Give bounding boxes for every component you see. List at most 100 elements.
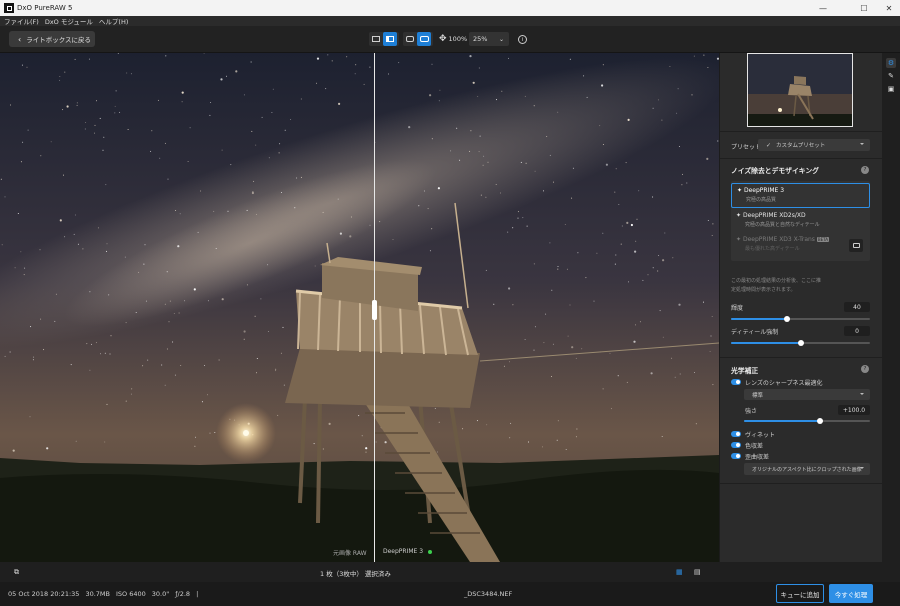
minimize-button[interactable]: —: [809, 0, 837, 16]
star: [267, 264, 269, 266]
copy-button[interactable]: ⧉: [14, 568, 19, 577]
split-view-button[interactable]: [383, 32, 397, 46]
star: [358, 415, 360, 417]
image-viewer[interactable]: 元画像 RAW DeepPRIME 3: [0, 53, 719, 562]
deepprime-label-text: DeepPRIME 3: [383, 548, 424, 555]
add-to-queue-button[interactable]: キューに追加: [776, 584, 824, 603]
split-handle[interactable]: [372, 300, 377, 320]
star: [227, 210, 229, 212]
luminance-value[interactable]: 40: [844, 302, 870, 312]
detail-slider-knob[interactable]: [798, 340, 804, 346]
back-to-lightbox-button[interactable]: ‹ ライトボックスに戻る: [9, 31, 95, 47]
export-tool-button[interactable]: ▣: [886, 84, 896, 94]
compare-single-button[interactable]: [403, 32, 417, 46]
filmstrip-view-icon: ▤: [694, 568, 701, 576]
star: [105, 184, 107, 186]
grid-view-button[interactable]: ▦: [676, 568, 683, 576]
star: [267, 331, 269, 332]
zoom-100-button[interactable]: ✥ 100%: [439, 32, 467, 46]
star: [346, 56, 348, 58]
star: [552, 343, 554, 345]
star: [439, 89, 441, 91]
star: [142, 365, 144, 367]
menu-file[interactable]: ファイル(F): [4, 16, 39, 26]
star: [533, 349, 535, 351]
vignetting-toggle[interactable]: [731, 431, 741, 437]
menu-dxo-modules[interactable]: DxO モジュール: [45, 16, 93, 26]
process-now-button[interactable]: 今すぐ処理: [829, 584, 873, 603]
single-view-button[interactable]: [369, 32, 383, 46]
luminance-slider[interactable]: [731, 316, 870, 322]
sharpness-toggle[interactable]: [731, 379, 741, 385]
help-icon[interactable]: ?: [861, 166, 869, 174]
star: [379, 221, 381, 223]
star: [628, 281, 629, 283]
star: [89, 291, 91, 293]
method-desc: 究極の高品質と自然なディテール: [745, 222, 820, 228]
star: [246, 284, 248, 286]
star: [82, 248, 84, 250]
method-deepprime-xd[interactable]: ✦ DeepPRIME XD2s/XD 究極の高品質と自然なディテール: [731, 212, 870, 234]
strength-value[interactable]: +100.0: [838, 405, 870, 415]
detail-slider[interactable]: [731, 340, 870, 346]
star: [29, 416, 31, 418]
strength-slider-knob[interactable]: [817, 418, 823, 424]
star: [581, 348, 583, 350]
star: [650, 372, 653, 375]
star: [508, 287, 511, 290]
preset-select[interactable]: ✓ カスタムプリセット: [758, 139, 870, 151]
denoise-tool-button[interactable]: ⚙: [886, 58, 896, 68]
star: [207, 300, 209, 302]
star: [615, 168, 617, 170]
distortion-toggle[interactable]: [731, 453, 741, 459]
capture-date: 05 Oct 2018 20:21:35: [8, 590, 80, 598]
star: [77, 243, 79, 245]
chevron-down-icon: ⌄: [498, 35, 504, 43]
star: [9, 351, 11, 353]
chromatic-aberration-toggle[interactable]: [731, 442, 741, 448]
star: [260, 298, 262, 300]
star: [189, 127, 191, 129]
star: [26, 66, 28, 68]
compare-split-button[interactable]: [417, 32, 431, 46]
star: [693, 55, 695, 57]
single-view-icon: [372, 36, 380, 42]
brush-tool-button[interactable]: ✎: [886, 71, 896, 81]
star: [97, 227, 99, 229]
sharpness-mode-value: 標準: [752, 392, 764, 399]
star: [179, 213, 181, 215]
comment-button[interactable]: [849, 239, 863, 252]
star: [712, 384, 714, 386]
luminance-slider-knob[interactable]: [784, 316, 790, 322]
method-name: DeepPRIME XD3 X-Trans: [742, 236, 815, 243]
star: [427, 208, 429, 210]
star: [322, 448, 324, 450]
star: [716, 57, 719, 60]
help-icon[interactable]: ?: [861, 365, 869, 373]
sharpness-mode-select[interactable]: 標準: [744, 389, 870, 400]
star: [20, 251, 22, 253]
zoom-select[interactable]: 25% ⌄: [469, 32, 509, 46]
filmstrip-view-button[interactable]: ▤: [694, 568, 701, 576]
star: [114, 112, 116, 114]
star: [524, 339, 526, 340]
star: [39, 249, 41, 251]
filmstrip-bar: ⧉ 1 枚（3枚中） 選択済み ▦ ▤: [0, 562, 900, 582]
method-deepprime3[interactable]: ✦ DeepPRIME 3 究極の高品質: [731, 183, 870, 208]
star: [450, 150, 452, 152]
thumbnail-preview[interactable]: [747, 53, 853, 127]
star: [354, 73, 356, 75]
star: [384, 441, 387, 444]
detail-value[interactable]: 0: [844, 326, 870, 336]
star: [496, 99, 497, 101]
distortion-crop-select[interactable]: オリジナルのアスペクト比にクロップされた画像: [744, 463, 870, 475]
brush-tool-icon: ✎: [888, 72, 894, 80]
menu-help[interactable]: ヘルプ(H): [99, 16, 128, 26]
star: [166, 271, 168, 273]
maximize-button[interactable]: ☐: [850, 0, 878, 16]
strength-slider[interactable]: [744, 418, 870, 424]
preset-label: プリセット: [731, 144, 762, 151]
info-icon[interactable]: i: [518, 35, 527, 44]
star: [662, 336, 664, 338]
close-button[interactable]: ✕: [878, 0, 900, 16]
